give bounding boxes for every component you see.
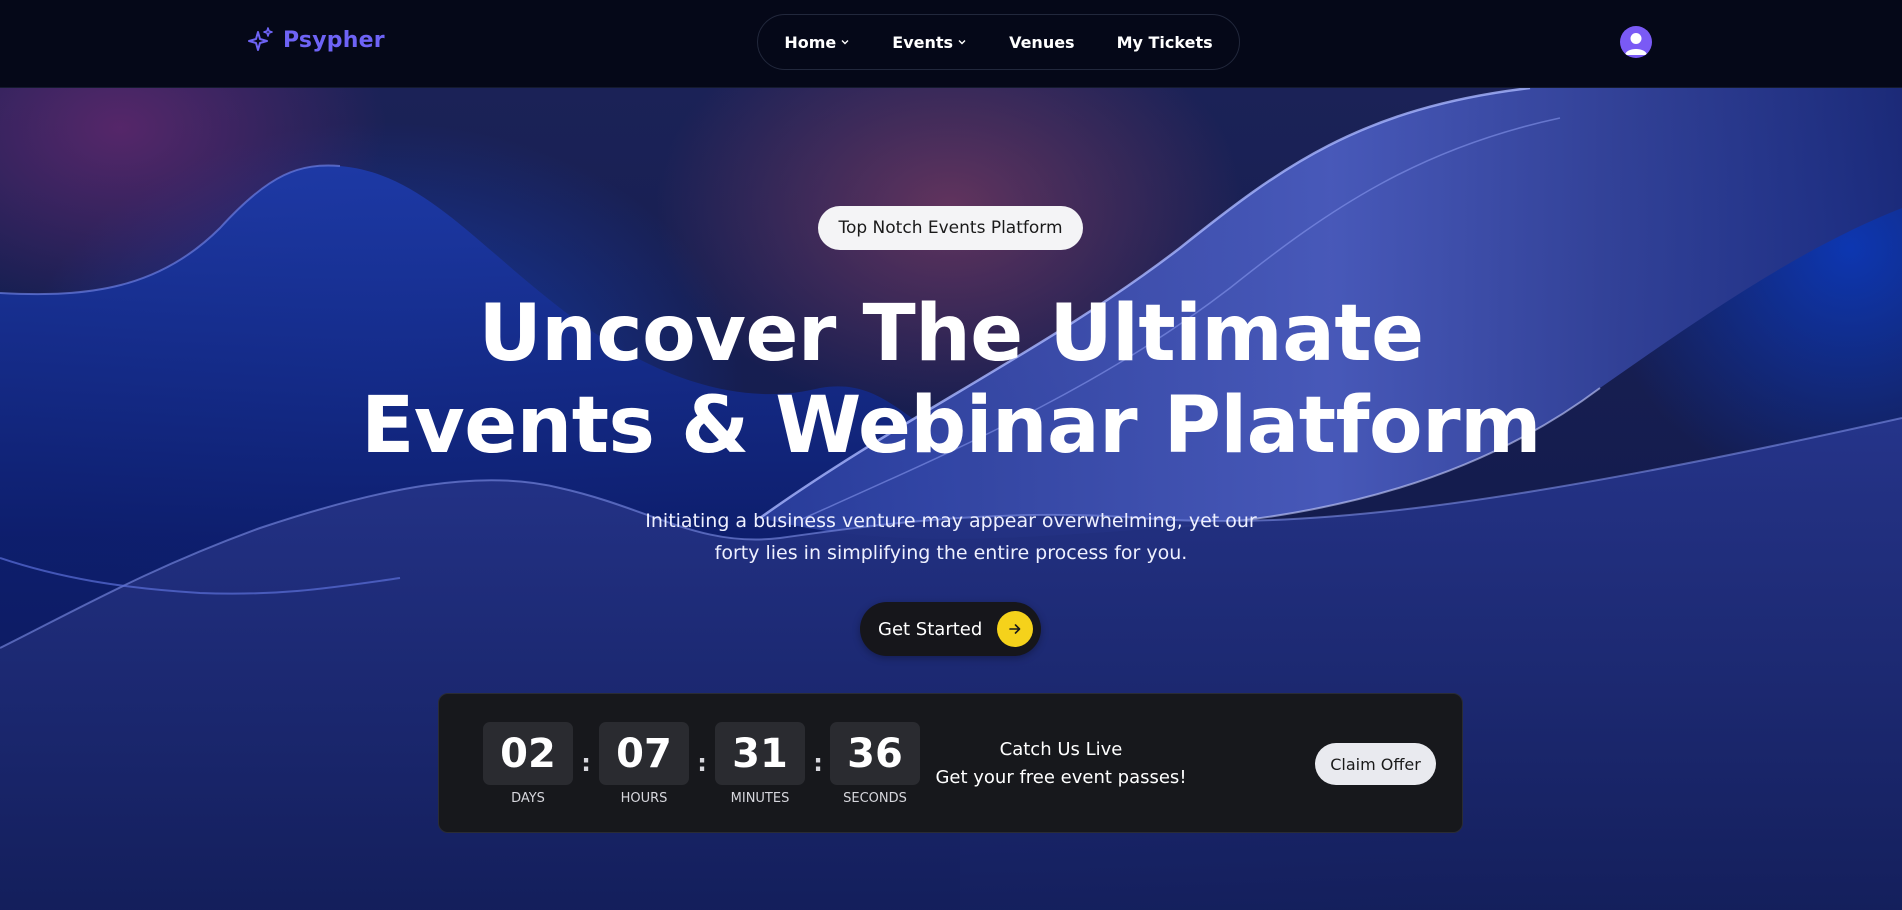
countdown-seconds: 36 SECONDS <box>830 722 920 806</box>
countdown-value: 31 <box>715 722 805 785</box>
countdown-value: 07 <box>599 722 689 785</box>
nav-item-label: Venues <box>1009 32 1075 52</box>
countdown-label: SECONDS <box>843 791 907 806</box>
promo-line-2: Get your free event passes! <box>935 767 1187 788</box>
countdown-separator: : <box>697 749 707 777</box>
headline-line-1: Uncover The Ultimate <box>478 289 1424 379</box>
sparkle-icon <box>248 27 273 51</box>
chevron-down-icon <box>958 40 966 45</box>
countdown-separator: : <box>813 749 823 777</box>
countdown-minutes: 31 MINUTES <box>715 722 805 806</box>
top-navbar: Psypher Home Events Venues My Tickets <box>0 0 1902 88</box>
nav-item-label: Home <box>784 32 837 52</box>
nav-item-label: Events <box>892 32 954 52</box>
countdown-label: DAYS <box>511 791 545 806</box>
get-started-button[interactable]: Get Started <box>860 602 1041 656</box>
countdown-value: 36 <box>830 722 920 785</box>
hero-headline: Uncover The Ultimate Events & Webinar Pl… <box>0 288 1902 472</box>
main-nav: Home Events Venues My Tickets <box>757 14 1240 70</box>
hero-section: Top Notch Events Platform Uncover The Ul… <box>0 88 1902 910</box>
arrow-right-icon <box>997 611 1033 647</box>
headline-line-2: Events & Webinar Platform <box>361 381 1541 471</box>
subtitle-line-2: forty lies in simplifying the entire pro… <box>714 542 1188 564</box>
brand-name: Psypher <box>283 27 385 53</box>
nav-item-events[interactable]: Events <box>871 33 988 52</box>
promo-line-1: Catch Us Live <box>999 739 1123 760</box>
user-silhouette-icon <box>1625 33 1647 55</box>
user-avatar-icon[interactable] <box>1620 26 1652 58</box>
countdown-value: 02 <box>483 722 573 785</box>
nav-item-home[interactable]: Home <box>763 33 871 52</box>
claim-offer-button[interactable]: Claim Offer <box>1315 743 1436 785</box>
nav-item-label: My Tickets <box>1116 32 1213 52</box>
get-started-label: Get Started <box>878 618 983 640</box>
hero-badge: Top Notch Events Platform <box>818 206 1083 250</box>
brand-logo[interactable]: Psypher <box>247 26 385 54</box>
countdown-hours: 07 HOURS <box>599 722 689 806</box>
subtitle-line-1: Initiating a business venture may appear… <box>645 510 1257 532</box>
promo-text: Catch Us Live Get your free event passes… <box>911 736 1211 792</box>
nav-item-my-tickets[interactable]: My Tickets <box>1096 33 1234 52</box>
countdown-days: 02 DAYS <box>483 722 573 806</box>
countdown-label: MINUTES <box>730 791 790 806</box>
countdown-separator: : <box>581 749 591 777</box>
nav-item-venues[interactable]: Venues <box>988 33 1096 52</box>
chevron-down-icon <box>841 40 849 45</box>
countdown-label: HOURS <box>620 791 668 806</box>
hero-subtitle: Initiating a business venture may appear… <box>601 505 1301 569</box>
countdown-card: 02 DAYS : 07 HOURS : 31 MINUTES : 36 SEC… <box>438 693 1463 833</box>
